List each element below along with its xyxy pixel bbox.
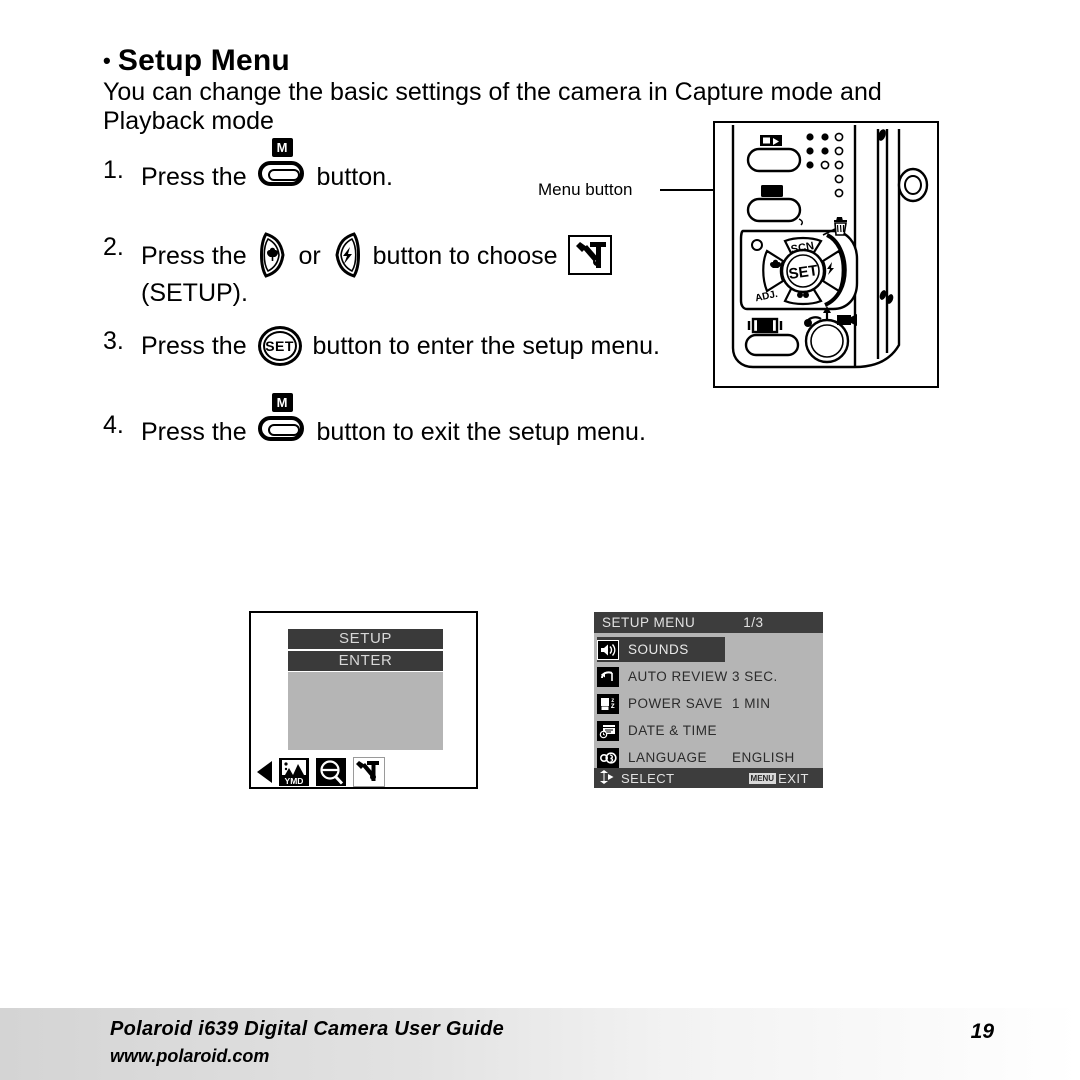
steps-list: 1. Press the M button. 2. Press the or b…	[103, 138, 723, 473]
setup-menu-select-label: SELECT	[621, 770, 675, 786]
step-1-before: Press the	[141, 163, 247, 191]
step-3: 3. Press the SET button to enter the set…	[103, 326, 723, 366]
step-2: 2. Press the or button to choose (SETUP)…	[103, 232, 723, 308]
step-4-after: button to exit the setup menu.	[316, 418, 646, 446]
step-4-text: Press the M button to exit the setup men…	[141, 393, 646, 447]
step-2-after: button to choose	[372, 242, 558, 270]
lcd-tab-tray: YMD	[257, 757, 437, 787]
step-2-before: Press the	[141, 242, 247, 270]
set-button-label: SET	[265, 338, 294, 354]
language-icon	[597, 747, 619, 768]
page-footer: Polaroid i639 Digital Camera User Guide …	[0, 1008, 1080, 1080]
step-1-number: 1.	[103, 156, 124, 184]
intro-line-1: You can change the basic settings of the…	[103, 78, 882, 106]
menu-row-language[interactable]: LANGUAGE ENGLISH	[594, 744, 823, 771]
page-title: • Setup Menu	[103, 44, 290, 78]
step-3-number: 3.	[103, 327, 124, 355]
setup-menu-title: SETUP MENU	[602, 615, 696, 630]
step-2-mid: or	[298, 242, 321, 270]
manual-page: • Setup Menu You can change the basic set…	[0, 0, 1080, 1080]
lcd-blank-area	[288, 672, 443, 750]
undo-arrow-icon	[597, 666, 619, 687]
menu-row-date-time[interactable]: DATE & TIME	[594, 717, 823, 744]
updown-arrows-icon	[599, 769, 615, 787]
setup-menu-footer: SELECT MENU EXIT	[594, 768, 823, 788]
menu-row-label: DATE & TIME	[628, 723, 718, 738]
setup-menu-screen: SETUP MENU 1/3 SOUNDS AUTO REVIEW 3 SEC.…	[594, 612, 823, 788]
menu-button-m-label: M	[271, 393, 293, 412]
menu-button-m-label: M	[271, 138, 293, 157]
menu-row-sounds[interactable]: SOUNDS	[594, 636, 823, 663]
menu-button-pill	[257, 161, 304, 186]
footer-page-number: 19	[970, 1020, 994, 1043]
power-save-icon: z z	[597, 693, 619, 714]
calendar-icon	[597, 720, 619, 741]
step-4: 4. Press the M button to exit the setup …	[103, 393, 723, 447]
speaker-icon	[597, 639, 619, 660]
menu-badge-icon: MENU	[748, 772, 777, 784]
setup-menu-header: SETUP MENU 1/3	[594, 612, 823, 633]
menu-row-label: SOUNDS	[628, 642, 689, 657]
set-button-glyph: SET	[257, 326, 302, 366]
menu-row-value: ENGLISH	[732, 750, 795, 765]
menu-button-callout-label: Menu button	[538, 180, 633, 199]
setup-menu-rows: SOUNDS AUTO REVIEW 3 SEC. z z POWER SAVE…	[594, 633, 823, 771]
lcd-bar-enter: ENTER	[288, 651, 443, 671]
menu-button-glyph: M	[257, 138, 306, 189]
step-2-sub: (SETUP).	[141, 279, 248, 307]
menu-row-label: LANGUAGE	[628, 750, 708, 765]
menu-row-power-save[interactable]: z z POWER SAVE 1 MIN	[594, 690, 823, 717]
bullet-icon: •	[103, 48, 111, 73]
page-title-text: Setup Menu	[117, 44, 290, 77]
step-1-text: Press the M button.	[141, 138, 393, 192]
date-stamp-ymd-icon: YMD	[279, 758, 309, 786]
menu-button-pill	[257, 416, 304, 441]
lcd-preview-setup-tab: SETUP ENTER YMD	[249, 611, 478, 789]
zoom-magnifier-icon	[316, 758, 346, 786]
step-3-text: Press the SET button to enter the setup …	[141, 326, 660, 366]
step-3-before: Press the	[141, 332, 247, 360]
camera-back-diagram: SET SCN ADJ.	[713, 121, 939, 388]
menu-row-label: AUTO REVIEW	[628, 669, 728, 684]
setup-menu-exit-label: EXIT	[778, 770, 809, 786]
menu-row-label: POWER SAVE	[628, 696, 723, 711]
svg-text:YMD: YMD	[285, 776, 304, 786]
menu-row-auto-review[interactable]: AUTO REVIEW 3 SEC.	[594, 663, 823, 690]
footer-guide-title: Polaroid i639 Digital Camera User Guide	[110, 1018, 505, 1040]
menu-row-value: 1 MIN	[732, 696, 771, 711]
step-4-number: 4.	[103, 411, 124, 439]
step-3-after: button to enter the setup menu.	[312, 332, 660, 360]
flash-button-glyph	[331, 232, 363, 278]
setup-menu-page-indicator: 1/3	[743, 615, 764, 630]
lcd-bar-setup: SETUP	[288, 629, 443, 649]
tools-setup-icon	[568, 235, 613, 275]
step-2-text: Press the or button to choose	[141, 232, 616, 278]
step-1-after: button.	[316, 163, 393, 191]
footer-website: www.polaroid.com	[110, 1046, 270, 1066]
left-arrow-icon	[257, 761, 272, 783]
tools-setup-icon	[353, 757, 385, 787]
step-4-before: Press the	[141, 418, 247, 446]
macro-button-glyph	[257, 232, 289, 278]
menu-button-glyph: M	[257, 393, 306, 444]
menu-row-value: 3 SEC.	[732, 669, 778, 684]
step-2-number: 2.	[103, 233, 124, 261]
svg-text:z: z	[611, 698, 615, 704]
